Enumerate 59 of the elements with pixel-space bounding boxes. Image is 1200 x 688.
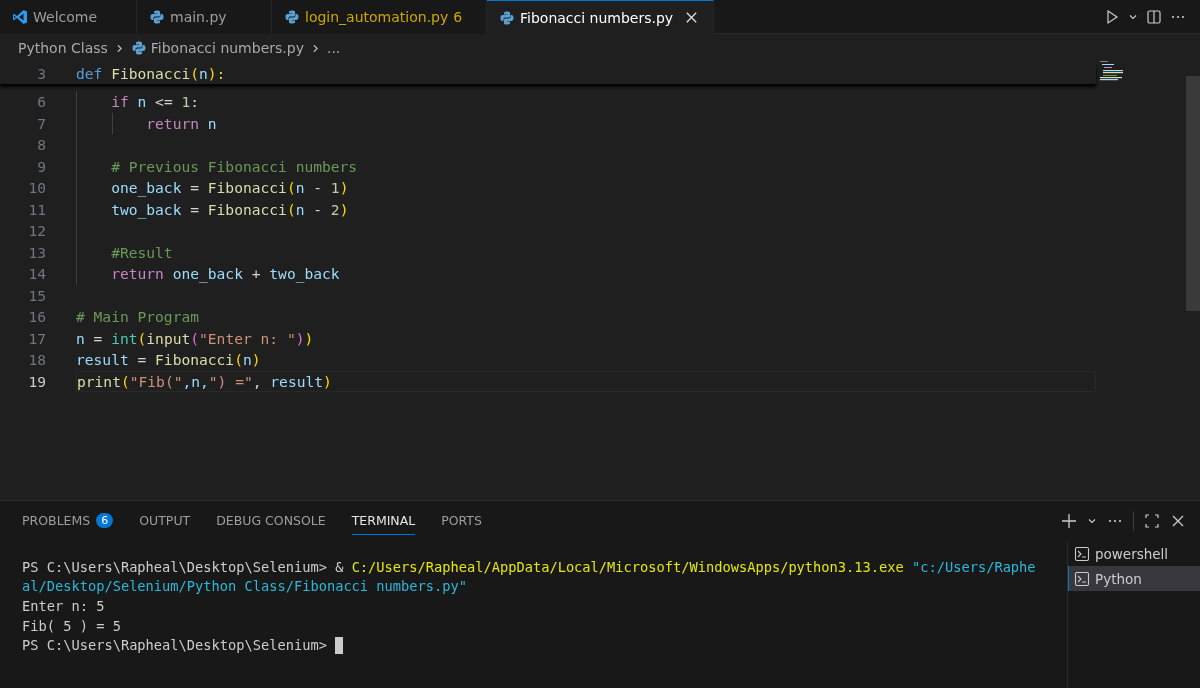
code-line: n = int(input("Enter n: "))	[76, 329, 314, 347]
add-icon[interactable]	[1061, 513, 1077, 529]
split-editor-icon[interactable]	[1146, 8, 1162, 25]
editor-tab[interactable]: Fibonacci numbers.py	[487, 0, 715, 34]
line-number: 9	[36, 157, 47, 175]
line-number: 12	[27, 222, 47, 240]
code-line: # Main Program	[76, 308, 199, 326]
breadcrumb-item[interactable]: ...	[326, 40, 341, 56]
python-file-icon	[149, 9, 165, 25]
text-cursor	[335, 636, 344, 654]
line-number: 19	[27, 372, 47, 390]
line-number: 16	[27, 308, 47, 326]
scrollbar[interactable]	[1186, 76, 1200, 311]
terminal-icon	[1074, 545, 1090, 562]
code-line: return one_back + two_back	[110, 265, 340, 283]
breadcrumb-item[interactable]: Python Class	[18, 40, 108, 56]
line-number: 8	[36, 136, 47, 154]
line-number: 11	[27, 200, 47, 218]
code-line: result = Fibonacci(n)	[76, 351, 261, 369]
line-number: 13	[27, 243, 47, 261]
python-file-icon	[130, 40, 147, 56]
terminal-line: PS C:\Users\Rapheal\Desktop\Selenium> & C:/Users/Rapheal/AppData/Local/Microsoft/WindowsApps/python3.13.exe "c:/Users/Raphe	[22, 558, 1036, 575]
code-line: def Fibonacci(n):	[76, 64, 226, 82]
panel-tab[interactable]: PROBLEMS 6	[22, 507, 114, 535]
line-number: 3	[36, 64, 47, 82]
panel-tab[interactable]: OUTPUT	[139, 507, 191, 535]
line-number: 7	[36, 114, 47, 132]
terminal-icon	[1074, 570, 1090, 587]
line-number: 10	[27, 179, 47, 197]
breadcrumb-item[interactable]: Fibonacci numbers.py	[150, 40, 304, 56]
code-line: return n	[145, 114, 217, 132]
terminal-line: al/Desktop/Selenium/Python Class/Fibonacci numbers.py"	[22, 578, 467, 595]
code-line: # Previous Fibonacci numbers	[110, 157, 358, 175]
panel-tab[interactable]: PORTS	[441, 507, 482, 535]
count-badge: 6	[96, 513, 114, 528]
code-line: one_back = Fibonacci(n - 1)	[110, 179, 349, 197]
code-line: print("Fib(",n,") =", result)	[77, 372, 332, 390]
panel-tab[interactable]: TERMINAL	[351, 507, 416, 535]
line-number: 15	[27, 286, 47, 304]
python-file-icon	[284, 9, 300, 25]
maximize-icon[interactable]	[1144, 513, 1160, 529]
vscode-logo-icon	[12, 9, 28, 25]
panel-tab[interactable]: DEBUG CONSOLE	[216, 507, 326, 535]
line-number: 6	[36, 93, 47, 111]
close-icon[interactable]	[1170, 513, 1186, 529]
terminal-list-item[interactable]: Python	[1068, 566, 1200, 591]
code-line: if n <= 1:	[110, 93, 200, 111]
chevron-down-icon[interactable]	[1087, 516, 1097, 526]
run-icon[interactable]	[1104, 8, 1120, 25]
line-number: 18	[27, 351, 47, 369]
terminal-list-item[interactable]: powershell	[1068, 541, 1200, 566]
terminal-line: Fib( 5 ) = 5	[22, 617, 121, 634]
terminal-line: Enter n: 5	[22, 598, 105, 614]
python-file-icon	[499, 9, 515, 26]
code-line: #Result	[110, 243, 173, 261]
line-number: 14	[27, 265, 47, 283]
code-line: two_back = Fibonacci(n - 2)	[110, 200, 349, 218]
line-number: 17	[27, 329, 47, 347]
terminal-line: PS C:\Users\Rapheal\Desktop\Selenium>	[22, 637, 328, 654]
